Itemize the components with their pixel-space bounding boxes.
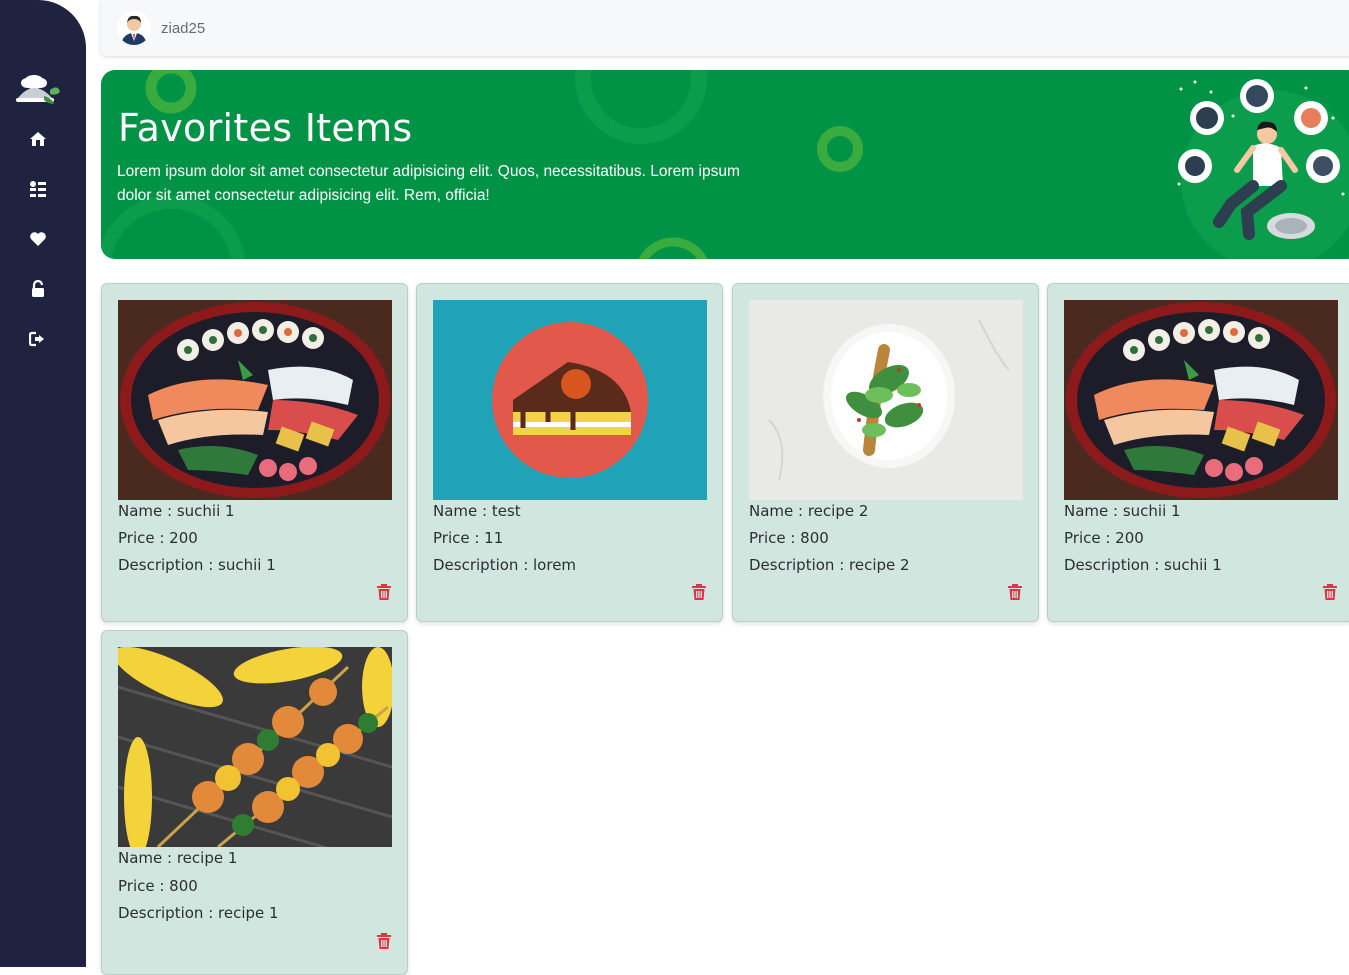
recipe-description: Description : recipe 2 bbox=[749, 556, 910, 574]
sidebar-item-change-password[interactable] bbox=[24, 275, 52, 303]
recipe-price: Price : 200 bbox=[118, 529, 198, 547]
recipe-image-salad bbox=[749, 300, 1023, 500]
trash-icon bbox=[1323, 584, 1337, 600]
unlock-icon bbox=[32, 280, 44, 297]
chef-logo-icon bbox=[14, 70, 62, 110]
recipe-name: Name : recipe 2 bbox=[749, 502, 869, 520]
trash-icon bbox=[377, 584, 391, 600]
recipe-image-skewers bbox=[118, 647, 392, 847]
sidebar-item-home[interactable] bbox=[24, 125, 52, 153]
favorite-card: Name : suchii 1 Price : 200 Description … bbox=[1047, 283, 1349, 622]
delete-favorite-button[interactable] bbox=[1323, 584, 1337, 600]
delete-favorite-button[interactable] bbox=[1008, 584, 1022, 600]
home-icon bbox=[30, 132, 46, 146]
recipe-price: Price : 200 bbox=[1064, 529, 1144, 547]
delete-favorite-button[interactable] bbox=[692, 584, 706, 600]
delete-favorite-button[interactable] bbox=[377, 584, 391, 600]
chef-illustration bbox=[1177, 79, 1345, 240]
top-navbar: ziad25 bbox=[101, 0, 1349, 56]
recipe-name: Name : test bbox=[433, 502, 521, 520]
sidebar-item-recipes[interactable] bbox=[24, 175, 52, 203]
favorite-card: Name : recipe 2 Price : 800 Description … bbox=[732, 283, 1039, 622]
recipe-description: Description : suchii 1 bbox=[118, 556, 276, 574]
username: ziad25 bbox=[161, 19, 206, 37]
favorite-card: Name : suchii 1 Price : 200 Description … bbox=[101, 283, 408, 622]
trash-icon bbox=[377, 933, 391, 949]
trash-icon bbox=[692, 584, 706, 600]
recipe-price: Price : 11 bbox=[433, 529, 504, 547]
recipe-image-cake bbox=[433, 300, 707, 500]
recipe-name: Name : recipe 1 bbox=[118, 849, 238, 867]
recipe-name: Name : suchii 1 bbox=[118, 502, 235, 520]
recipe-price: Price : 800 bbox=[749, 529, 829, 547]
sidebar-item-favorites[interactable] bbox=[24, 225, 52, 253]
delete-favorite-button[interactable] bbox=[377, 933, 391, 949]
favorite-card: Name : recipe 1 Price : 800 Description … bbox=[101, 630, 408, 975]
recipe-image-sushi bbox=[1064, 300, 1338, 500]
avatar[interactable] bbox=[117, 11, 151, 45]
recipe-price: Price : 800 bbox=[118, 877, 198, 895]
recipes-list-icon bbox=[30, 181, 46, 197]
logout-icon bbox=[29, 331, 44, 347]
favorite-card: Name : test Price : 11 Description : lor… bbox=[416, 283, 723, 622]
heart-icon bbox=[30, 232, 46, 246]
recipe-name: Name : suchii 1 bbox=[1064, 502, 1181, 520]
trash-icon bbox=[1008, 584, 1022, 600]
page-title: Favorites Items bbox=[118, 106, 413, 150]
recipe-description: Description : recipe 1 bbox=[118, 904, 279, 922]
hero-description: Lorem ipsum dolor sit amet consectetur a… bbox=[117, 163, 740, 204]
hero-banner: Favorites Items Lorem ipsum dolor sit am… bbox=[101, 70, 1349, 259]
sidebar-item-logout[interactable] bbox=[24, 325, 52, 353]
recipe-description: Description : suchii 1 bbox=[1064, 556, 1222, 574]
sidebar bbox=[0, 0, 86, 967]
recipe-image-sushi bbox=[118, 300, 392, 500]
recipe-description: Description : lorem bbox=[433, 556, 577, 574]
